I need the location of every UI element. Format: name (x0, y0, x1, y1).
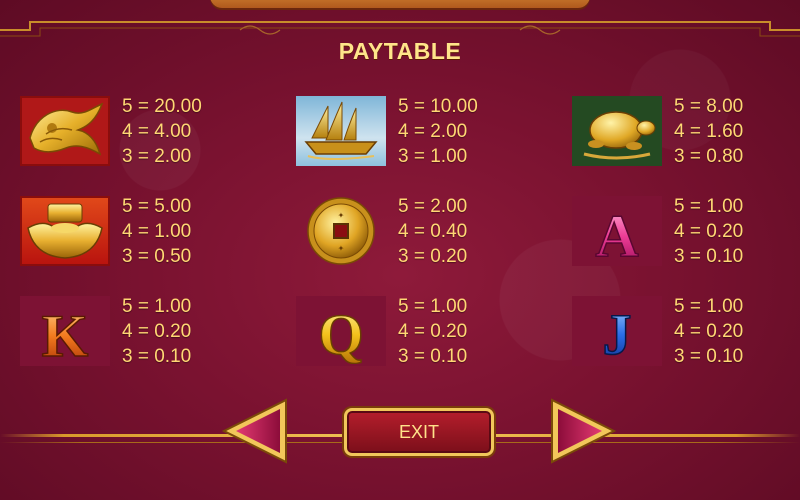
svg-text:A: A (595, 203, 638, 264)
payout-list: 5 = 5.00 4 = 1.00 3 = 0.50 (122, 194, 191, 269)
junk-ship-icon (296, 96, 386, 166)
payout-list: 5 = 2.00 4 = 0.40 3 = 0.20 (398, 194, 467, 269)
payout-4: 4 = 0.20 (398, 321, 468, 342)
payout-4: 4 = 2.00 (398, 121, 468, 142)
previous-page-arrow-icon[interactable] (220, 396, 292, 466)
payout-5: 5 = 10.00 (398, 96, 478, 117)
payout-list: 5 = 1.00 4 = 0.20 3 = 0.10 (398, 294, 467, 369)
payout-5: 5 = 5.00 (122, 196, 192, 217)
letter-q-icon: Q (296, 296, 386, 366)
letter-k-icon: K (20, 296, 110, 366)
svg-text:J: J (603, 302, 632, 364)
svg-text:K: K (42, 303, 89, 364)
payout-3: 3 = 0.10 (398, 346, 468, 367)
payout-4: 4 = 4.00 (122, 121, 192, 142)
payout-4: 4 = 0.20 (674, 321, 744, 342)
paytable-entry-junk-ship: 5 = 10.00 4 = 2.00 3 = 1.00 (296, 96, 526, 172)
next-page-arrow-icon[interactable] (546, 396, 618, 466)
payout-5: 5 = 1.00 (122, 296, 192, 317)
payout-5: 5 = 1.00 (674, 196, 744, 217)
svg-text:✦: ✦ (338, 244, 345, 253)
paytable-entry-j: J 5 = 1.00 4 = 0.20 3 = 0.10 (572, 296, 800, 372)
payout-4: 4 = 1.60 (674, 121, 744, 142)
payout-5: 5 = 1.00 (674, 296, 744, 317)
payout-4: 4 = 1.00 (122, 221, 192, 242)
gold-ingot-icon (20, 196, 110, 266)
payout-3: 3 = 0.10 (674, 346, 744, 367)
payout-4: 4 = 0.20 (674, 221, 744, 242)
svg-text:✦: ✦ (338, 211, 345, 220)
paytable-entry-k: K 5 = 1.00 4 = 0.20 3 = 0.10 (20, 296, 250, 372)
turtle-icon (572, 96, 662, 166)
logo-banner (210, 0, 590, 8)
payout-list: 5 = 10.00 4 = 2.00 3 = 1.00 (398, 94, 478, 169)
payout-3: 3 = 1.00 (398, 146, 468, 167)
payout-5: 5 = 8.00 (674, 96, 744, 117)
paytable-entry-coin: ✦ ✦ 5 = 2.00 4 = 0.40 3 = 0.20 (296, 196, 526, 272)
page-title: PAYTABLE (338, 38, 462, 64)
payout-list: 5 = 8.00 4 = 1.60 3 = 0.80 (674, 94, 743, 169)
payout-3: 3 = 2.00 (122, 146, 192, 167)
paytable-entry-a: A 5 = 1.00 4 = 0.20 3 = 0.10 (572, 196, 800, 272)
payout-list: 5 = 1.00 4 = 0.20 3 = 0.10 (674, 294, 743, 369)
payout-list: 5 = 20.00 4 = 4.00 3 = 2.00 (122, 94, 202, 169)
paytable-entry-ingot: 5 = 5.00 4 = 1.00 3 = 0.50 (20, 196, 250, 272)
payout-5: 5 = 20.00 (122, 96, 202, 117)
paytable-entry-turtle: 5 = 8.00 4 = 1.60 3 = 0.80 (572, 96, 800, 172)
payout-list: 5 = 1.00 4 = 0.20 3 = 0.10 (674, 194, 743, 269)
payout-5: 5 = 1.00 (398, 296, 468, 317)
payout-4: 4 = 0.20 (122, 321, 192, 342)
letter-j-icon: J (572, 296, 662, 366)
paytable-entry-phoenix: 5 = 20.00 4 = 4.00 3 = 2.00 (20, 96, 250, 172)
exit-button[interactable]: EXIT (344, 408, 494, 456)
payout-5: 5 = 2.00 (398, 196, 468, 217)
payout-3: 3 = 0.20 (398, 246, 468, 267)
letter-a-icon: A (572, 196, 662, 266)
payout-3: 3 = 0.80 (674, 146, 744, 167)
svg-text:Q: Q (318, 302, 363, 364)
payout-4: 4 = 0.40 (398, 221, 468, 242)
paytable-entry-q: Q 5 = 1.00 4 = 0.20 3 = 0.10 (296, 296, 526, 372)
phoenix-icon (20, 96, 110, 166)
payout-3: 3 = 0.50 (122, 246, 192, 267)
gold-coin-icon: ✦ ✦ (296, 196, 386, 266)
payout-3: 3 = 0.10 (674, 246, 744, 267)
payout-3: 3 = 0.10 (122, 346, 192, 367)
payout-list: 5 = 1.00 4 = 0.20 3 = 0.10 (122, 294, 191, 369)
